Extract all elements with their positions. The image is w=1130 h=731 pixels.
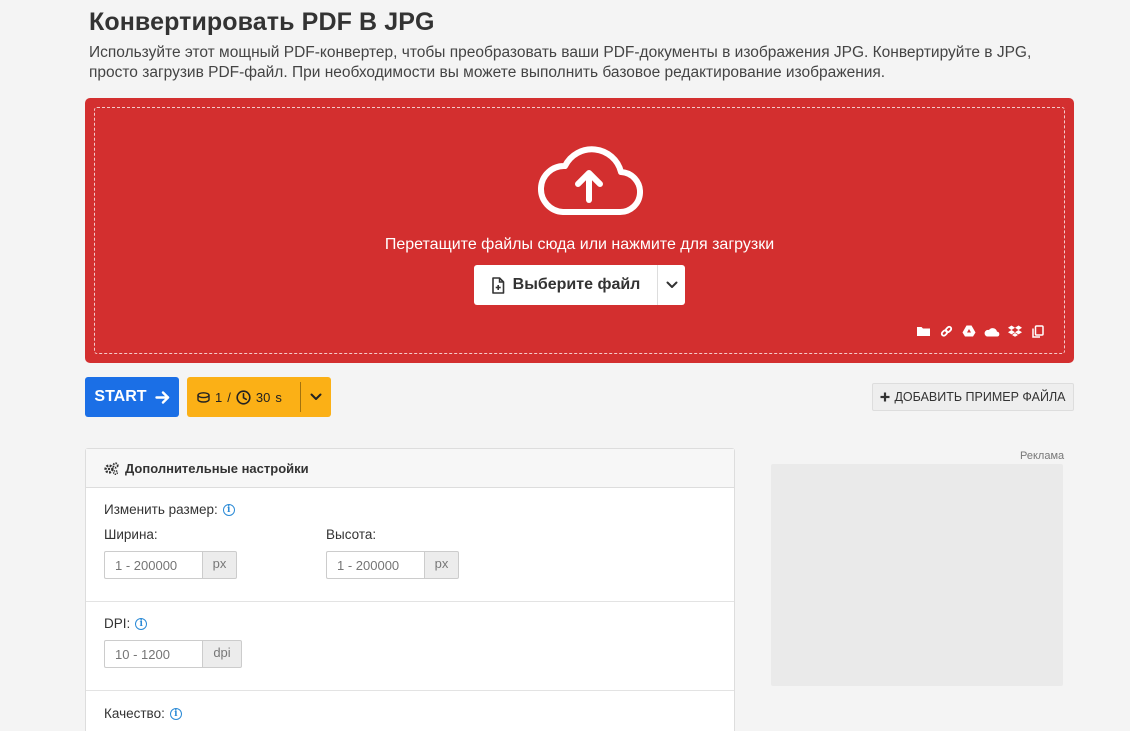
credits-divider: /	[227, 389, 231, 405]
clipboard-icon[interactable]	[1030, 324, 1046, 338]
chevron-down-icon	[666, 281, 677, 288]
height-unit: px	[424, 551, 459, 579]
info-icon[interactable]: i	[169, 707, 182, 720]
start-button[interactable]: START	[85, 377, 179, 417]
quality-label-text: Качество:	[104, 706, 165, 721]
resize-label: Изменить размер: i	[104, 502, 235, 517]
info-icon[interactable]: i	[222, 503, 235, 516]
credits-info: 1 / 30 s	[187, 390, 300, 405]
credits-count: 1	[215, 389, 223, 405]
file-plus-icon	[491, 276, 504, 294]
height-field: px	[326, 551, 459, 579]
credits-dropdown[interactable]	[301, 393, 331, 401]
quality-label: Качество: i	[104, 706, 182, 721]
chevron-down-icon	[310, 393, 322, 400]
width-input[interactable]	[104, 551, 202, 579]
clock-icon	[236, 389, 251, 405]
resize-label-text: Изменить размер:	[104, 502, 218, 517]
choose-file-group: Выберите файл	[474, 265, 685, 305]
plus-icon	[880, 392, 890, 402]
page: Конвертировать PDF В JPG Используйте это…	[0, 0, 1130, 731]
upload-sources	[915, 324, 1046, 338]
dropzone-hint: Перетащите файлы сюда или нажмите для за…	[384, 236, 775, 253]
folder-icon[interactable]	[915, 324, 931, 338]
section-divider	[86, 601, 734, 602]
height-input[interactable]	[326, 551, 424, 579]
dpi-unit: dpi	[202, 640, 242, 668]
dpi-label: DPI: i	[104, 616, 148, 631]
onedrive-icon[interactable]	[984, 324, 1000, 338]
google-drive-icon[interactable]	[961, 324, 977, 338]
section-divider	[86, 690, 734, 691]
coins-icon	[197, 391, 210, 403]
width-unit: px	[202, 551, 237, 579]
time-value: 30	[255, 389, 271, 405]
time-unit: s	[275, 389, 282, 405]
additional-settings-panel: Дополнительные настройки Изменить размер…	[85, 448, 735, 731]
width-field: px	[104, 551, 237, 579]
info-icon[interactable]: i	[135, 617, 148, 630]
gears-icon	[104, 461, 119, 475]
upload-dropzone[interactable]: Перетащите файлы сюда или нажмите для за…	[85, 98, 1074, 363]
ad-label: Реклама	[1020, 450, 1065, 462]
dpi-field: dpi	[104, 640, 242, 668]
choose-file-label: Выберите файл	[512, 276, 641, 293]
width-label: Ширина:	[104, 527, 158, 542]
dpi-input[interactable]	[104, 640, 202, 668]
settings-header: Дополнительные настройки	[86, 449, 734, 488]
ad-placeholder	[771, 464, 1063, 686]
add-sample-file-label: ДОБАВИТЬ ПРИМЕР ФАЙЛА	[894, 390, 1066, 404]
start-label: START	[94, 388, 147, 405]
choose-file-button[interactable]: Выберите файл	[474, 265, 657, 305]
dpi-label-text: DPI:	[104, 616, 131, 631]
settings-heading: Дополнительные настройки	[125, 460, 309, 476]
link-icon[interactable]	[938, 324, 954, 338]
dropbox-icon[interactable]	[1007, 324, 1023, 338]
arrow-right-icon	[154, 390, 169, 404]
dropzone-border: Перетащите файлы сюда или нажмите для за…	[94, 107, 1065, 354]
add-sample-file-button[interactable]: ДОБАВИТЬ ПРИМЕР ФАЙЛА	[872, 383, 1074, 411]
page-description: Используйте этот мощный PDF-конвертер, ч…	[89, 44, 1032, 81]
height-label: Высота:	[326, 527, 377, 542]
upload-options-dropdown[interactable]	[658, 265, 685, 305]
page-title: Конвертировать PDF В JPG	[89, 8, 435, 36]
credits-cost-button[interactable]: 1 / 30 s	[187, 377, 331, 417]
cloud-upload-icon	[537, 146, 643, 216]
